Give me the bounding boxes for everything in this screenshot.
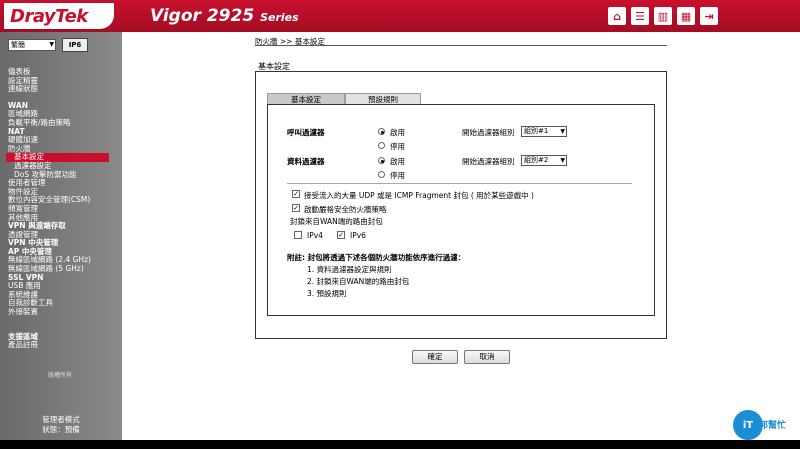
watermark-text: 邦幫忙 bbox=[759, 421, 787, 431]
note-title: 附註: 封包將透過下述各個防火牆功能依序進行過濾： bbox=[287, 253, 466, 262]
call-filter-enable-label: 啟用 bbox=[390, 128, 405, 137]
chart-icon[interactable]: ▥ bbox=[654, 7, 672, 25]
ithome-watermark: iT 邦幫忙 bbox=[733, 408, 797, 442]
sidebar-menu: 儀表板 設定精靈 連線狀態 WAN 區域網路 負載平衡/路由策略 NAT 硬體加速 防火牆 基本設… bbox=[6, 67, 122, 350]
strict-firewall-checkbox[interactable]: ✓ bbox=[292, 204, 300, 212]
block-wan-label: 封鎖來自WAN端的路由封包 bbox=[290, 217, 383, 226]
cancel-button[interactable]: 取消 bbox=[464, 350, 510, 364]
data-filter-disable-label: 停用 bbox=[390, 171, 405, 180]
data-filter-label: 資料過濾器 bbox=[287, 157, 325, 166]
sidebar: 繁簡 IP6 儀表板設定精靈連線狀態WAN區域網路負載平衡/路由策略NAT硬體加… bbox=[0, 32, 122, 440]
udp-fragment-label: 接受流入的大量 UDP 或是 ICMP Fragment 封包 ( 用於某些遊戲… bbox=[304, 191, 534, 200]
sidebar-item-6[interactable]: 負載平衡/路由策略 bbox=[8, 118, 122, 128]
call-filter-label: 呼叫過濾器 bbox=[287, 128, 325, 137]
section-divider bbox=[287, 183, 632, 184]
data-filter-enable-label: 啟用 bbox=[390, 157, 405, 166]
data-filter-start-label: 開始過濾器組別 bbox=[462, 157, 515, 166]
udp-fragment-checkbox[interactable]: ✓ bbox=[292, 190, 300, 198]
language-value: 繁簡 bbox=[11, 41, 25, 49]
data-filter-disable-radio[interactable] bbox=[378, 171, 385, 178]
call-filter-start-label: 開始過濾器組別 bbox=[462, 128, 515, 137]
data-filter-enable-radio[interactable] bbox=[378, 157, 385, 164]
copyright: 版權所有 bbox=[48, 372, 73, 379]
call-filter-group-select[interactable]: 組別#1 bbox=[521, 126, 567, 137]
grid-icon[interactable]: ▦ bbox=[677, 7, 695, 25]
sidebar-item-2[interactable]: 連線狀態 bbox=[8, 85, 122, 94]
tab-basic-settings[interactable]: 基本設定 bbox=[267, 93, 345, 104]
breadcrumb-divider bbox=[255, 45, 667, 46]
model-suffix: Series bbox=[260, 11, 299, 24]
data-filter-group-value: 組別#2 bbox=[524, 156, 549, 164]
draytek-logo: DrayTek bbox=[4, 3, 114, 29]
call-filter-disable-radio[interactable] bbox=[378, 142, 385, 149]
tab-bar: 基本設定 預設規則 bbox=[267, 93, 421, 104]
language-select[interactable]: 繁簡 bbox=[8, 39, 56, 51]
list-icon[interactable]: ☰ bbox=[631, 7, 649, 25]
sidebar-item-32[interactable]: 產品註冊 bbox=[8, 341, 122, 350]
model-name: Vigor 2925 bbox=[150, 6, 255, 26]
ok-button[interactable]: 確定 bbox=[412, 350, 458, 364]
ipv6-checkbox[interactable]: ✓ bbox=[337, 231, 345, 239]
note-item-2: 2. 封鎖來自WAN端的路由封包 bbox=[307, 277, 410, 286]
logo-text: DrayTek bbox=[10, 5, 88, 27]
data-filter-group-select[interactable]: 組別#2 bbox=[521, 155, 567, 166]
status-text: 狀態：預備 bbox=[42, 425, 80, 434]
home-icon[interactable]: ⌂ bbox=[608, 7, 626, 25]
call-filter-disable-label: 停用 bbox=[390, 142, 405, 151]
model-title: Vigor 2925 Series bbox=[150, 6, 299, 26]
tab-default-rules[interactable]: 預設規則 bbox=[345, 93, 421, 104]
strict-firewall-label: 啟動嚴格安全防火牆策略 bbox=[304, 205, 387, 214]
header-icons: ⌂ ☰ ▥ ▦ ⇥ bbox=[608, 7, 718, 25]
note-item-3: 3. 預設規則 bbox=[307, 289, 347, 298]
sidebar-item-28[interactable]: 外接裝置 bbox=[8, 307, 122, 317]
ipv6-label: IPv6 bbox=[350, 231, 366, 240]
ipv4-label: IPv4 bbox=[307, 231, 323, 240]
menu-gap bbox=[8, 317, 122, 325]
ipv6-badge: IP6 bbox=[62, 38, 88, 52]
logout-icon[interactable]: ⇥ bbox=[700, 7, 718, 25]
bottom-bar bbox=[0, 440, 800, 449]
top-header: DrayTek Vigor 2925 Series ⌂ ☰ ▥ ▦ ⇥ bbox=[0, 0, 800, 32]
call-filter-enable-radio[interactable] bbox=[378, 128, 385, 135]
note-item-1: 1. 資料過濾器設定與規則 bbox=[307, 265, 392, 274]
ipv4-checkbox[interactable] bbox=[294, 231, 302, 239]
call-filter-group-value: 組別#1 bbox=[524, 127, 549, 135]
